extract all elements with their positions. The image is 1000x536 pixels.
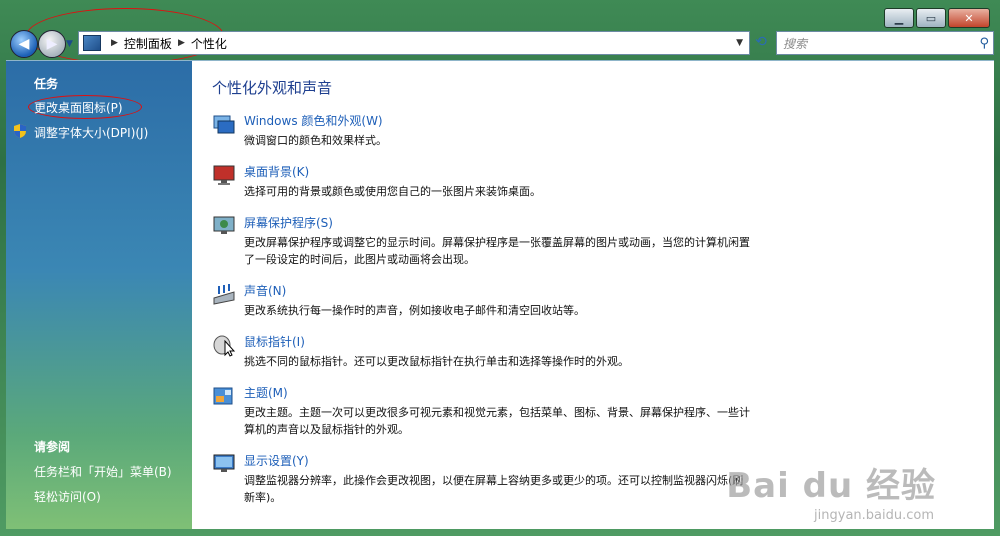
navigation-toolbar: ◀ ▶ ▼ ▶ 控制面板 ▶ 个性化 ▼ ⟲ 搜索 ⚲ xyxy=(6,26,994,60)
control-panel-icon xyxy=(83,35,101,51)
taskbar-start-menu-link[interactable]: 任务栏和「开始」菜单(B) xyxy=(34,463,172,480)
task-pane: 任务 更改桌面图标(P) 调整字体大小(DPI)(J) 请参阅 任务栏和「开始」… xyxy=(6,61,192,529)
recent-pages-dropdown[interactable]: ▼ xyxy=(66,39,73,49)
display-settings-icon xyxy=(213,454,235,472)
maximize-button[interactable]: ▭ xyxy=(916,8,946,28)
baidu-watermark: Bai du 经验 xyxy=(726,466,936,506)
list-item: 屏幕保护程序(S) 更改屏幕保护程序或调整它的显示时间。屏幕保护程序是一张覆盖屏… xyxy=(212,214,972,268)
screensaver-link[interactable]: 屏幕保护程序(S) xyxy=(244,214,972,231)
theme-icon xyxy=(213,387,233,405)
ease-of-access-link[interactable]: 轻松访问(O) xyxy=(34,488,101,505)
main-panel: 个性化外观和声音 Windows 颜色和外观(W) 微调窗口的颜色和效果样式。 … xyxy=(212,77,972,520)
adjust-font-size-link[interactable]: 调整字体大小(DPI)(J) xyxy=(34,124,148,141)
theme-link[interactable]: 主题(M) xyxy=(244,384,972,401)
minimize-button[interactable]: ▁ xyxy=(884,8,914,28)
chevron-right-icon[interactable]: ▶ xyxy=(111,38,118,48)
window-color-link[interactable]: Windows 颜色和外观(W) xyxy=(244,112,972,129)
item-description: 更改主题。主题一次可以更改很多可视元素和视觉元素，包括菜单、图标、背景、屏幕保护… xyxy=(244,406,750,436)
chevron-right-icon[interactable]: ▶ xyxy=(178,38,185,48)
item-description: 微调窗口的颜色和效果样式。 xyxy=(244,134,387,147)
breadcrumb-personalization[interactable]: 个性化 xyxy=(191,35,227,52)
screensaver-icon xyxy=(213,216,235,234)
search-placeholder: 搜索 xyxy=(783,36,808,51)
list-item: Windows 颜色和外观(W) 微调窗口的颜色和效果样式。 xyxy=(212,112,972,149)
forward-arrow-icon: ▶ xyxy=(46,36,58,52)
list-item: 鼠标指针(I) 挑选不同的鼠标指针。还可以更改鼠标指针在执行单击和选择等操作时的… xyxy=(212,333,972,370)
sound-icon xyxy=(213,284,235,305)
refresh-button[interactable]: ⟲ xyxy=(752,32,770,52)
see-also-heading: 请参阅 xyxy=(34,440,71,454)
mouse-pointer-link[interactable]: 鼠标指针(I) xyxy=(244,333,972,350)
item-description: 选择可用的背景或颜色或使用您自己的一张图片来装饰桌面。 xyxy=(244,185,541,198)
refresh-icon: ⟲ xyxy=(755,34,767,50)
close-button[interactable]: ✕ xyxy=(948,8,990,28)
address-bar[interactable]: ▶ 控制面板 ▶ 个性化 ▼ xyxy=(78,31,750,55)
mouse-pointer-icon xyxy=(213,335,236,357)
back-arrow-icon: ◀ xyxy=(18,36,30,52)
list-item: 主题(M) 更改主题。主题一次可以更改很多可视元素和视觉元素，包括菜单、图标、背… xyxy=(212,384,972,438)
search-icon[interactable]: ⚲ xyxy=(979,36,989,51)
uac-shield-icon xyxy=(14,124,26,138)
address-dropdown-icon[interactable]: ▼ xyxy=(736,38,743,48)
control-panel-window: ▁ ▭ ✕ ◀ ▶ ▼ ▶ 控制面板 ▶ 个性化 ▼ ⟲ 搜索 ⚲ 任务 更改桌… xyxy=(0,0,1000,536)
item-description: 调整监视器分辨率，此操作会更改视图，以便在屏幕上容纳更多或更少的项。还可以控制监… xyxy=(244,474,744,504)
caption-buttons: ▁ ▭ ✕ xyxy=(884,8,990,28)
window-color-icon xyxy=(213,115,235,134)
page-title: 个性化外观和声音 xyxy=(212,79,333,97)
change-desktop-icons-link[interactable]: 更改桌面图标(P) xyxy=(34,99,123,116)
item-description: 更改屏幕保护程序或调整它的显示时间。屏幕保护程序是一张覆盖屏幕的图片或动画，当您… xyxy=(244,236,750,266)
sound-link[interactable]: 声音(N) xyxy=(244,282,972,299)
desktop-background-link[interactable]: 桌面背景(K) xyxy=(244,163,972,180)
breadcrumb-control-panel[interactable]: 控制面板 xyxy=(124,35,172,52)
search-input[interactable]: 搜索 ⚲ xyxy=(776,31,994,55)
content-area: 任务 更改桌面图标(P) 调整字体大小(DPI)(J) 请参阅 任务栏和「开始」… xyxy=(6,60,994,529)
forward-button[interactable]: ▶ xyxy=(38,30,66,58)
tasks-heading: 任务 xyxy=(34,77,59,91)
desktop-background-icon xyxy=(213,165,235,185)
list-item: 桌面背景(K) 选择可用的背景或颜色或使用您自己的一张图片来装饰桌面。 xyxy=(212,163,972,200)
item-description: 更改系统执行每一操作时的声音，例如接收电子邮件和清空回收站等。 xyxy=(244,304,585,317)
watermark-url: jingyan.baidu.com xyxy=(814,508,934,523)
item-description: 挑选不同的鼠标指针。还可以更改鼠标指针在执行单击和选择等操作时的外观。 xyxy=(244,355,629,368)
list-item: 声音(N) 更改系统执行每一操作时的声音，例如接收电子邮件和清空回收站等。 xyxy=(212,282,972,319)
back-button[interactable]: ◀ xyxy=(10,30,38,58)
